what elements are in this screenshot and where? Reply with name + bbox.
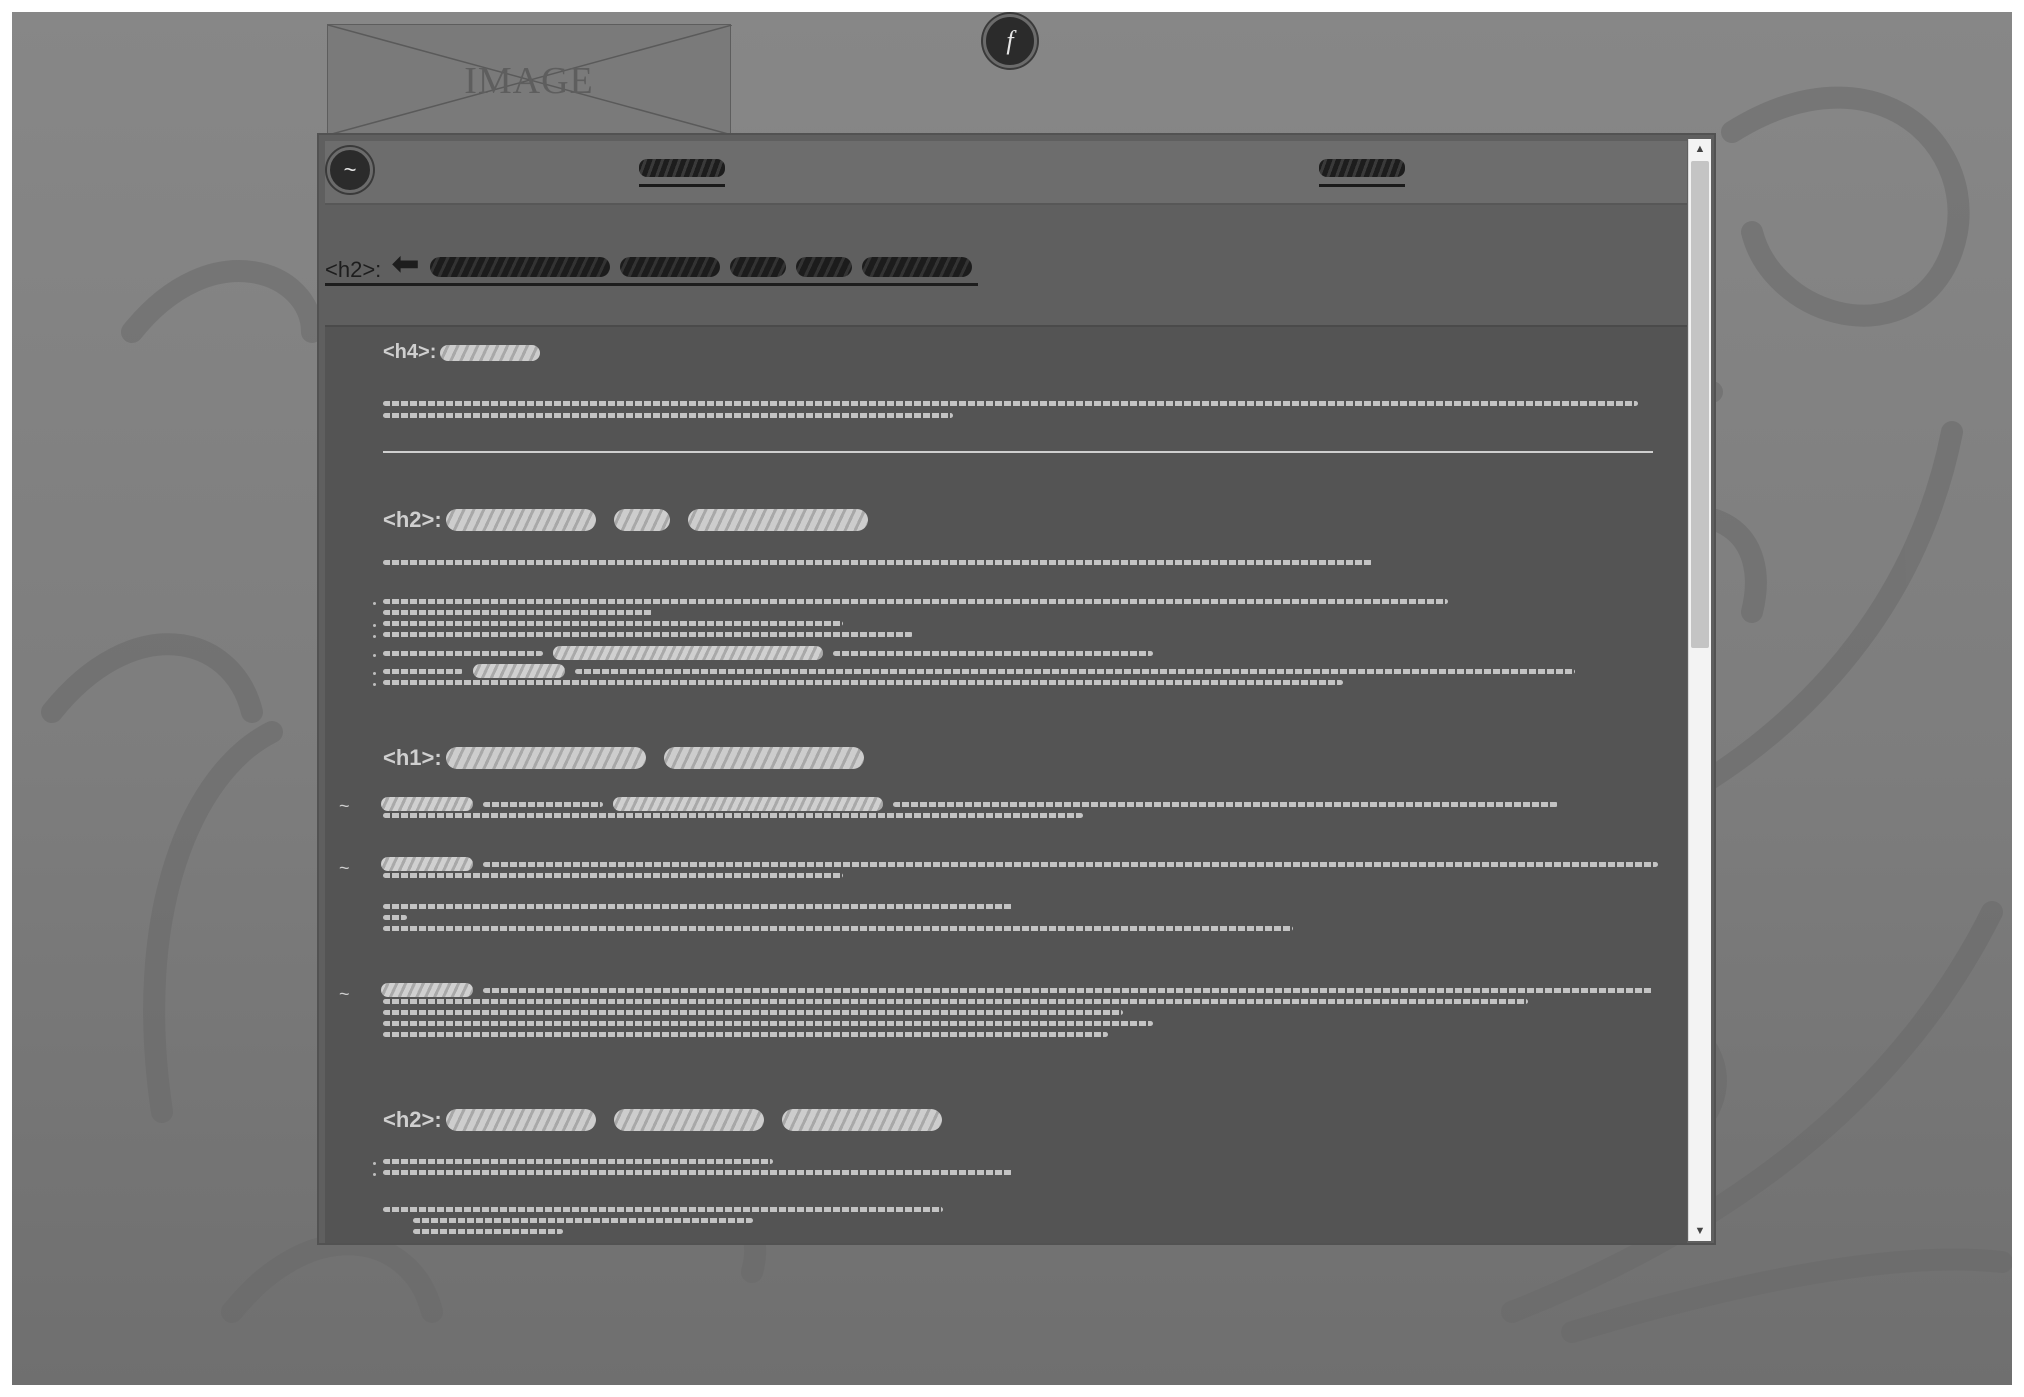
f-icon[interactable]: f [983, 14, 1037, 68]
page-heading: <h2>: ⬅ [325, 243, 978, 286]
scroll-thumb[interactable] [1691, 161, 1709, 648]
paragraph-line [383, 1010, 1123, 1015]
section-tag: <h2>: [383, 1107, 442, 1132]
paragraph-line [413, 1229, 563, 1234]
paragraph-line [383, 401, 1638, 406]
paragraph-line [483, 862, 1658, 867]
list-line [383, 1170, 1013, 1175]
list-line [575, 669, 1575, 674]
section-tag: <h4>: [383, 341, 437, 363]
paragraph-line [893, 802, 1558, 807]
placeholder-label: IMAGE [464, 60, 594, 102]
paragraph-line [383, 999, 1528, 1004]
page-heading-tag: <h2>: [325, 257, 382, 282]
section-title-scribble [613, 509, 670, 531]
section-title-scribble [687, 509, 868, 531]
paragraph-line [383, 813, 1083, 818]
list-marker: ~ [339, 796, 350, 816]
section-title-scribble [440, 344, 541, 361]
list-line [383, 669, 463, 674]
content-panel: <h4>: <h2>: <h1>: ~ ~ ~ <h2>: [325, 325, 1687, 1243]
nav-link-2[interactable] [1319, 159, 1405, 187]
list-line [383, 680, 1343, 685]
paragraph-line [383, 904, 1013, 909]
paragraph-line [413, 1218, 753, 1223]
bullet-dot [373, 1162, 376, 1165]
vertical-scrollbar[interactable]: ▲ ▼ [1688, 139, 1711, 1241]
list-marker: ~ [339, 984, 350, 1004]
horizontal-rule [383, 451, 1653, 453]
paragraph-line [483, 988, 1653, 993]
section-title-scribble [613, 1109, 764, 1131]
paragraph-line [383, 1207, 943, 1212]
paragraph-line [383, 1032, 1108, 1037]
bullet-dot [373, 1173, 376, 1176]
bold-text-scribble [613, 797, 883, 811]
list-line [383, 632, 913, 637]
section-tag: <h2>: [383, 507, 442, 532]
bullet-dot [373, 602, 376, 605]
section-title-scribble [445, 509, 596, 531]
list-line [383, 599, 1448, 604]
bullet-dot [373, 624, 376, 627]
back-arrow-icon[interactable]: ⬅ [391, 247, 420, 281]
paragraph-line [383, 413, 953, 418]
paragraph-line [383, 560, 1373, 565]
bold-text-scribble [553, 646, 823, 660]
section-heading-h2: <h2>: [383, 507, 868, 533]
bullet-dot [373, 683, 376, 686]
heading-word-4 [795, 257, 852, 277]
nav-link-2-text-scribble [1319, 159, 1405, 177]
bullet-dot [373, 635, 376, 638]
scroll-up-arrow-icon[interactable]: ▲ [1689, 139, 1711, 159]
paragraph-line [383, 873, 843, 878]
nav-menu-icon[interactable]: ~ [327, 147, 373, 193]
bold-text-scribble [381, 857, 473, 871]
section-heading-h1: <h1>: [383, 745, 864, 771]
nav-bar: ~ [325, 141, 1687, 205]
section-title-scribble [445, 1109, 596, 1131]
list-line [383, 621, 843, 626]
heading-word-1 [429, 257, 610, 277]
bold-text-scribble [381, 983, 473, 997]
heading-word-2 [619, 257, 720, 277]
bullet-dot [373, 672, 376, 675]
heading-word-5 [861, 257, 972, 277]
paragraph-line [483, 802, 603, 807]
list-line [383, 610, 653, 615]
scroll-down-arrow-icon[interactable]: ▼ [1689, 1221, 1711, 1241]
bullet-dot [373, 654, 376, 657]
section-heading-h4: <h4>: [383, 341, 541, 364]
paragraph-line [383, 926, 1293, 931]
section-title-scribble [663, 747, 864, 769]
nav-link-1-text-scribble [639, 159, 725, 177]
list-line [833, 651, 1153, 656]
section-title-scribble [445, 747, 646, 769]
bold-text-scribble [381, 797, 473, 811]
list-line [383, 1159, 773, 1164]
section-heading-h2: <h2>: [383, 1107, 942, 1133]
browser-window: ~ <h2>: ⬅ <h4>: <h2>: <h1>: ~ ~ ~ <h2>: … [317, 133, 1716, 1245]
list-marker: ~ [339, 858, 350, 878]
bold-text-scribble [473, 664, 565, 678]
heading-word-3 [729, 257, 786, 277]
paragraph-line [383, 915, 407, 920]
image-placeholder: IMAGE [327, 24, 732, 135]
list-line [383, 651, 543, 656]
nav-link-1[interactable] [639, 159, 725, 187]
paragraph-line [383, 1021, 1153, 1026]
section-title-scribble [781, 1109, 942, 1131]
section-tag: <h1>: [383, 745, 442, 770]
